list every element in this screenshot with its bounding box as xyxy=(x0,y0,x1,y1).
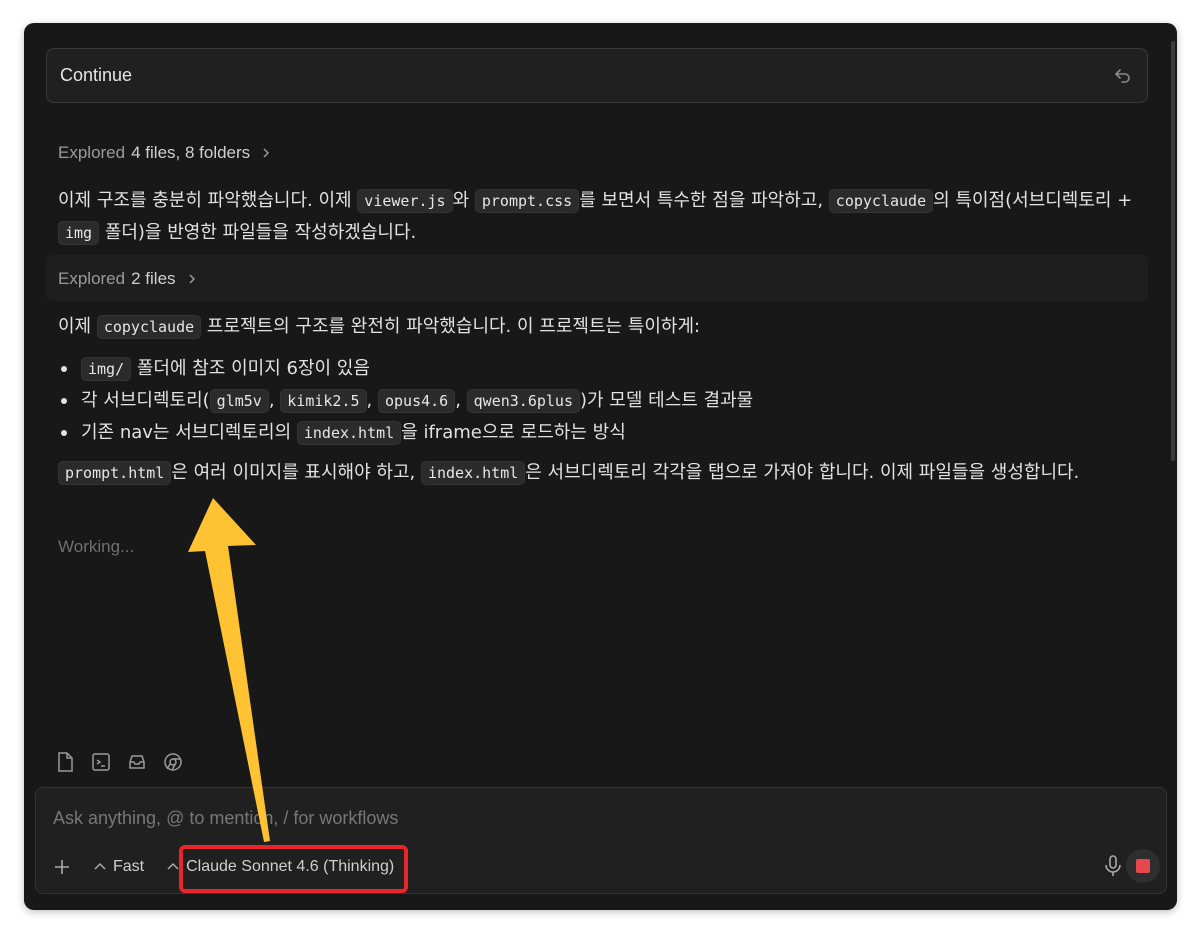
code-prompt-css: prompt.css xyxy=(474,189,580,213)
text: 은 여러 이미지를 표시해야 하고, xyxy=(171,462,421,483)
chrome-icon[interactable] xyxy=(162,751,184,773)
code-glm5v: glm5v xyxy=(209,389,269,413)
explored-files-toggle-2[interactable]: Explored 2 files xyxy=(58,269,198,289)
code-copyclaude: copyclaude xyxy=(96,315,202,339)
explored-label: Explored xyxy=(58,269,126,288)
text: 의 특이점(서브디렉토리 + xyxy=(933,190,1133,211)
mode-selector[interactable]: Fast xyxy=(93,858,144,876)
text: 와 xyxy=(452,190,475,211)
explored-files-toggle[interactable]: Explored 4 files, 8 folders xyxy=(58,143,272,163)
user-message-text: Continue xyxy=(60,65,133,85)
chevron-up-icon xyxy=(94,862,106,870)
context-tools xyxy=(54,751,184,773)
annotation-highlight-box xyxy=(179,845,408,893)
text: 폴더)을 반영한 파일들을 작성하겠습니다. xyxy=(99,222,417,243)
text: 폴더에 참조 이미지 6장이 있음 xyxy=(131,358,370,379)
code-copyclaude: copyclaude xyxy=(828,189,934,213)
text: 이제 구조를 충분히 파악했습니다. 이제 xyxy=(58,190,358,211)
text: 은 서브디렉토리 각각을 탭으로 가져야 합니다. 이제 파일들을 생성합니다. xyxy=(525,462,1080,483)
code-viewer-js: viewer.js xyxy=(357,189,453,213)
text: 각 서브디렉토리( xyxy=(81,390,210,411)
list-item: 각 서브디렉토리(glm5v, kimik2.5, opus4.6, qwen3… xyxy=(58,385,1148,417)
code-index-html: index.html xyxy=(420,461,526,485)
chevron-right-icon xyxy=(189,274,195,284)
assistant-paragraph-3: prompt.html 은 여러 이미지를 표시해야 하고, index.html… xyxy=(58,457,1148,489)
undo-icon[interactable] xyxy=(1113,66,1133,86)
code-opus: opus4.6 xyxy=(377,389,456,413)
text: )가 모델 테스트 결과물 xyxy=(580,390,754,411)
stop-button[interactable] xyxy=(1126,849,1160,883)
chat-window: Continue Explored 4 files, 8 folders 이제 … xyxy=(24,23,1177,910)
list-item: 기존 nav는 서브디렉토리의 index.html 을 iframe으로 로드하… xyxy=(58,417,1148,449)
code-prompt-html: prompt.html xyxy=(58,461,172,485)
explored-label: Explored xyxy=(58,143,126,162)
explored-count: 2 files xyxy=(131,269,176,288)
code-index-html: index.html xyxy=(296,421,402,445)
text: 를 보면서 특수한 점을 파악하고, xyxy=(579,190,829,211)
user-message[interactable]: Continue xyxy=(46,48,1148,103)
chevron-right-icon xyxy=(263,148,270,158)
inbox-icon[interactable] xyxy=(126,751,148,773)
code-img: img xyxy=(58,221,100,245)
assistant-paragraph-2: 이제 copyclaude 프로젝트의 구조를 완전히 파악했습니다. 이 프로… xyxy=(58,311,1148,343)
bullet-list: img/ 폴더에 참조 이미지 6장이 있음 각 서브디렉토리(glm5v, k… xyxy=(58,353,1148,449)
file-icon[interactable] xyxy=(54,751,76,773)
assistant-paragraph: 이제 구조를 충분히 파악했습니다. 이제 viewer.js 와 prompt.… xyxy=(58,185,1148,249)
text: 기존 nav는 서브디렉토리의 xyxy=(81,422,297,443)
explored-count: 4 files, 8 folders xyxy=(131,143,251,162)
code-kimik: kimik2.5 xyxy=(280,389,367,413)
scrollbar[interactable] xyxy=(1171,41,1175,461)
text: 프로젝트의 구조를 완전히 파악했습니다. 이 프로젝트는 특이하게: xyxy=(201,316,701,337)
text: 이제 xyxy=(58,316,97,337)
list-item: img/ 폴더에 참조 이미지 6장이 있음 xyxy=(58,353,1148,385)
mode-label: Fast xyxy=(113,858,145,875)
code-img-dir: img/ xyxy=(81,357,132,381)
chat-input[interactable]: Ask anything, @ to mention, / for workfl… xyxy=(53,808,398,829)
code-qwen: qwen3.6plus xyxy=(466,389,580,413)
text: 을 iframe으로 로드하는 방식 xyxy=(401,422,626,443)
stop-icon xyxy=(1136,859,1150,873)
microphone-icon[interactable] xyxy=(1102,854,1124,878)
explored-row-hover xyxy=(46,255,1148,301)
terminal-icon[interactable] xyxy=(90,751,112,773)
working-status: Working... xyxy=(58,537,135,556)
plus-icon[interactable] xyxy=(53,858,71,876)
